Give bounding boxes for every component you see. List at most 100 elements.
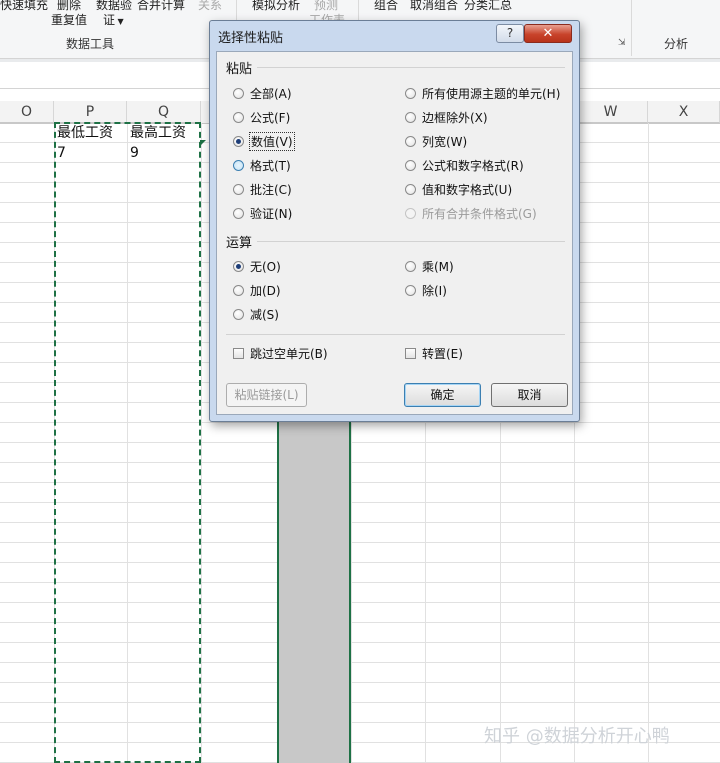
copy-marquee xyxy=(54,122,201,763)
paste-special-dialog: 选择性粘贴 ? ✕ 粘贴 全部(A) 公式(F) 数值(V) 格式(T) 批注(… xyxy=(209,20,580,422)
option-label: 公式(F) xyxy=(250,110,291,125)
radio-icon xyxy=(405,135,416,147)
option-label: 跳过空单元(B) xyxy=(250,346,328,361)
remove-duplicates-button[interactable]: 删除 xyxy=(57,0,81,12)
section-divider xyxy=(226,334,565,335)
grid-line xyxy=(201,123,202,763)
close-icon: ✕ xyxy=(542,26,554,41)
paste-option-values[interactable]: 数值(V) xyxy=(233,131,295,151)
paste-option-except-borders[interactable]: 边框除外(X) xyxy=(405,108,488,126)
operation-none[interactable]: 无(O) xyxy=(233,257,281,275)
radio-checked-icon xyxy=(233,260,244,272)
ungroup-button[interactable]: 取消组合 xyxy=(410,0,458,12)
option-label: 减(S) xyxy=(250,307,279,322)
operation-section-label: 运算 xyxy=(226,236,253,251)
option-label: 所有使用源主题的单元(H) xyxy=(422,86,561,101)
paste-option-values-number-formats[interactable]: 值和数字格式(U) xyxy=(405,180,512,198)
cell-q1[interactable]: 最高工资 xyxy=(130,124,186,142)
radio-icon xyxy=(405,284,416,296)
option-label: 边框除外(X) xyxy=(422,110,488,125)
radio-checked-icon xyxy=(233,135,244,147)
radio-icon xyxy=(233,111,244,123)
close-button[interactable]: ✕ xyxy=(524,24,572,43)
option-label: 批注(C) xyxy=(250,182,292,197)
checkbox-icon xyxy=(405,347,416,359)
relationships-button[interactable]: 关系 xyxy=(198,0,222,12)
checkbox-icon xyxy=(233,347,244,359)
data-validation-button[interactable]: 数据验 xyxy=(96,0,132,12)
radio-icon xyxy=(405,183,416,195)
data-validation-label-line2[interactable]: 证 ▼ xyxy=(103,13,124,29)
radio-icon xyxy=(233,308,244,320)
subtotal-button[interactable]: 分类汇总 xyxy=(464,0,512,12)
watermark: 知乎 @数据分析开心鸭 xyxy=(484,726,670,747)
option-label: 验证(N) xyxy=(250,206,293,221)
paste-option-formulas[interactable]: 公式(F) xyxy=(233,108,290,126)
skip-blanks-checkbox[interactable]: 跳过空单元(B) xyxy=(233,344,328,362)
radio-icon xyxy=(405,159,416,171)
cancel-button[interactable]: 取消 xyxy=(491,383,568,407)
error-indicator-icon xyxy=(200,140,206,146)
option-label: 公式和数字格式(R) xyxy=(422,158,524,173)
cell-p1[interactable]: 最低工资 xyxy=(57,124,113,142)
option-label: 无(O) xyxy=(250,259,281,274)
grid-line xyxy=(648,123,649,763)
option-label: 转置(E) xyxy=(422,346,463,361)
paste-option-merge-conditional-formats: 所有合并条件格式(G) xyxy=(405,204,537,222)
operation-subtract[interactable]: 减(S) xyxy=(233,305,279,323)
forecast-sheet-button[interactable]: 预测 xyxy=(314,0,338,12)
operation-multiply[interactable]: 乘(M) xyxy=(405,257,454,275)
dialog-title: 选择性粘贴 xyxy=(218,31,284,46)
chevron-down-icon: ▼ xyxy=(115,17,124,26)
option-label: 乘(M) xyxy=(422,259,454,274)
column-header-p[interactable]: P xyxy=(54,101,127,123)
analysis-group-label: 分析 xyxy=(664,37,689,51)
help-button[interactable]: ? xyxy=(496,24,524,43)
column-header-w[interactable]: W xyxy=(574,101,648,123)
cell-q2[interactable]: 9 xyxy=(130,144,139,162)
radio-icon xyxy=(233,159,244,171)
cell-p2[interactable]: 7 xyxy=(57,144,66,162)
transpose-checkbox[interactable]: 转置(E) xyxy=(405,344,463,362)
ok-button[interactable]: 确定 xyxy=(404,383,481,407)
paste-option-formulas-number-formats[interactable]: 公式和数字格式(R) xyxy=(405,156,524,174)
paste-option-formats[interactable]: 格式(T) xyxy=(233,156,291,174)
operation-divide[interactable]: 除(I) xyxy=(405,281,447,299)
data-validation-label-text: 证 xyxy=(103,13,116,27)
paste-option-source-theme[interactable]: 所有使用源主题的单元(H) xyxy=(405,84,560,102)
dialog-body: 粘贴 全部(A) 公式(F) 数值(V) 格式(T) 批注(C) 验证(N) 所… xyxy=(216,51,573,415)
flash-fill-button[interactable]: 快速填充 xyxy=(0,0,48,12)
section-divider xyxy=(257,67,565,68)
paste-link-button[interactable]: 粘贴链接(L) xyxy=(226,383,307,407)
paste-option-comments[interactable]: 批注(C) xyxy=(233,180,292,198)
column-header-x[interactable]: X xyxy=(648,101,720,123)
section-divider xyxy=(257,241,565,242)
radio-icon xyxy=(405,111,416,123)
group-button[interactable]: 组合 xyxy=(374,0,398,12)
option-label: 数值(V) xyxy=(249,131,295,151)
radio-icon xyxy=(405,207,416,219)
operation-add[interactable]: 加(D) xyxy=(233,281,281,299)
consolidate-button[interactable]: 合并计算 xyxy=(137,0,185,12)
option-label: 全部(A) xyxy=(250,86,292,101)
option-label: 所有合并条件格式(G) xyxy=(422,206,537,221)
radio-icon xyxy=(233,284,244,296)
what-if-analysis-button[interactable]: 模拟分析 xyxy=(252,0,300,12)
radio-icon xyxy=(233,207,244,219)
radio-icon xyxy=(405,260,416,272)
ribbon-separator xyxy=(631,0,632,56)
column-header-q[interactable]: Q xyxy=(127,101,201,123)
data-tools-group-label: 数据工具 xyxy=(66,37,115,51)
selected-column-range[interactable] xyxy=(277,420,351,763)
paste-option-column-widths[interactable]: 列宽(W) xyxy=(405,132,467,150)
paste-option-validation[interactable]: 验证(N) xyxy=(233,204,292,222)
column-header-o[interactable]: O xyxy=(0,101,54,123)
option-label: 列宽(W) xyxy=(422,134,468,149)
option-label: 格式(T) xyxy=(250,158,291,173)
radio-icon xyxy=(405,87,416,99)
remove-duplicates-label-line2[interactable]: 重复值 xyxy=(51,13,87,27)
dialog-launcher-icon[interactable]: ⇲ xyxy=(618,38,626,48)
option-label: 值和数字格式(U) xyxy=(422,182,513,197)
option-label: 加(D) xyxy=(250,283,281,298)
paste-option-all[interactable]: 全部(A) xyxy=(233,84,292,102)
